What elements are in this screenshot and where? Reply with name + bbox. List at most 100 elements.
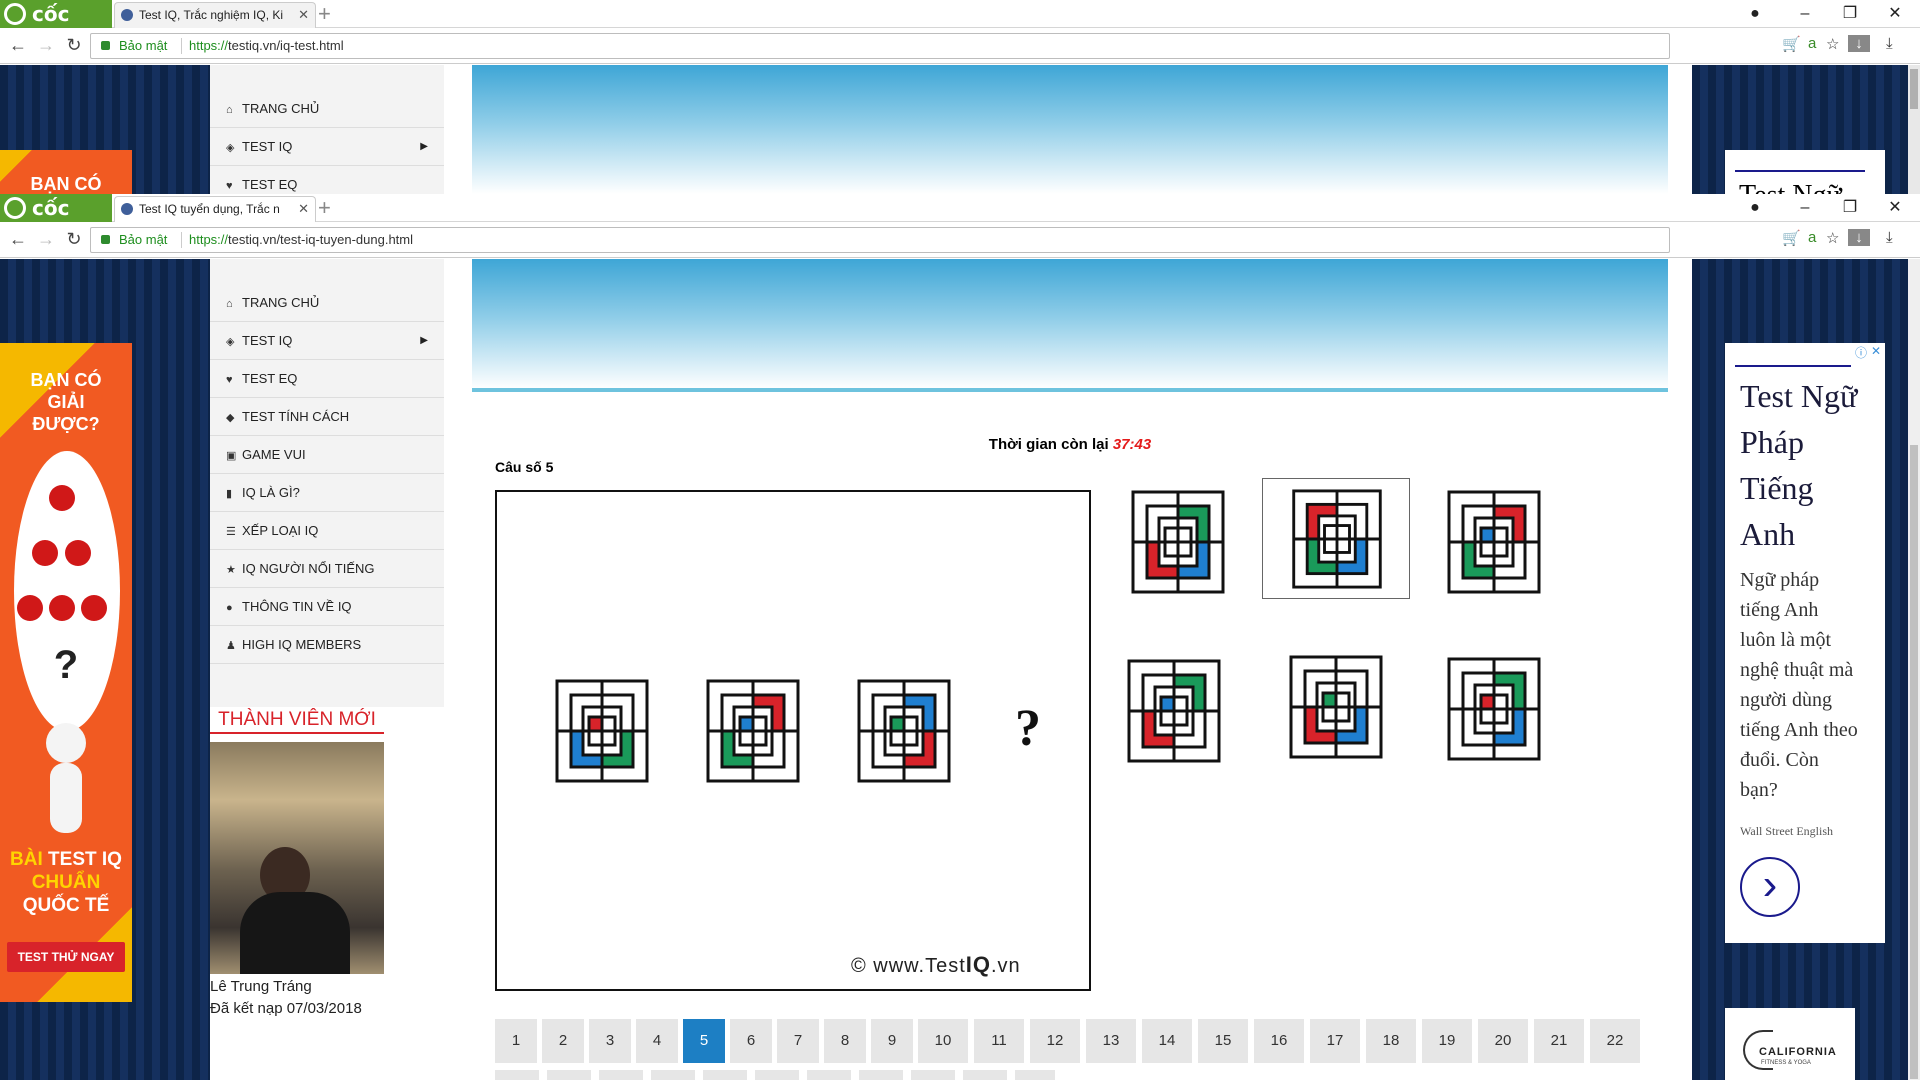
member-photo[interactable] [210, 742, 384, 974]
forward-icon[interactable]: → [34, 35, 58, 56]
page-button-7[interactable]: 7 [777, 1019, 819, 1063]
page-button-10[interactable]: 10 [918, 1019, 968, 1063]
forward-icon[interactable]: → [34, 229, 58, 250]
page-button-17[interactable]: 17 [1310, 1019, 1360, 1063]
download-button-icon[interactable]: ↓ [1848, 229, 1870, 246]
sidebar-item-test-iq[interactable]: ◈ TEST IQ ▶ [210, 322, 444, 360]
rear-left-ad[interactable]: BẠN CÓ [0, 150, 132, 194]
inner-colored-cell [1323, 693, 1336, 707]
rear-url-field[interactable]: Bảo mật https://testiq.vn/iq-test.html [90, 33, 1670, 59]
menu-label: GAME VUI [242, 447, 306, 462]
restore-icon[interactable]: ❐ [1835, 194, 1865, 222]
download-button-icon[interactable]: ↓ [1848, 35, 1870, 52]
rear-menu-test-iq[interactable]: ◈ TEST IQ ▶ [210, 128, 444, 166]
rear-url-text: https://testiq.vn/iq-test.html [189, 34, 344, 58]
adchoices-icon[interactable]: ⓘ [1855, 344, 1867, 361]
sidebar-item-thong-tin-ve-iq[interactable]: ● THÔNG TIN VỀ IQ [210, 588, 444, 626]
sidebar-item-iq-la-gi[interactable]: ▮ IQ LÀ GÌ? [210, 474, 444, 512]
restore-icon[interactable]: ❐ [1835, 0, 1865, 28]
ad-next-button[interactable]: › [1740, 857, 1800, 917]
close-ad-icon[interactable]: ✕ [1871, 344, 1881, 358]
minimize-icon[interactable]: – [1790, 0, 1820, 28]
page-button-8[interactable]: 8 [824, 1019, 866, 1063]
new-tab-icon[interactable]: + [318, 0, 331, 28]
answer-option-4[interactable] [1126, 659, 1222, 769]
rear-menu-trang-chu[interactable]: ⌂ TRANG CHỦ [210, 90, 444, 128]
rear-right-ad[interactable]: Test Ngữ [1725, 150, 1885, 194]
url-text: https://testiq.vn/test-iq-tuyen-dung.htm… [189, 228, 413, 252]
answer-option-2[interactable] [1262, 478, 1410, 599]
sidebar-item-game-vui[interactable]: ▣ GAME VUI [210, 436, 444, 474]
menu-label: TEST TÍNH CÁCH [242, 409, 350, 424]
right-english-ad[interactable]: ⓘ ✕ Test Ngữ Pháp Tiếng Anh Ngữ pháp tiế… [1725, 343, 1885, 943]
answer-option-5[interactable] [1288, 655, 1384, 765]
star-icon[interactable]: ☆ [1826, 229, 1839, 247]
answer-option-1[interactable] [1130, 490, 1226, 600]
star-icon[interactable]: ☆ [1826, 35, 1839, 53]
back-icon[interactable]: ← [6, 229, 30, 250]
page-button-11[interactable]: 11 [974, 1019, 1024, 1063]
header-banner [472, 259, 1668, 389]
page-button-4[interactable]: 4 [636, 1019, 678, 1063]
member-name[interactable]: Lê Trung Tráng [210, 978, 312, 995]
page-button-12[interactable]: 12 [1030, 1019, 1080, 1063]
reload-icon[interactable]: ↻ [62, 35, 86, 56]
answer-option-6[interactable] [1446, 657, 1542, 767]
active-tab[interactable]: Test IQ tuyển dụng, Trắc n ✕ [114, 196, 316, 222]
translate-icon[interactable]: a [1808, 35, 1816, 52]
reload-icon[interactable]: ↻ [62, 229, 86, 250]
cart-icon[interactable]: 🛒 [1782, 35, 1801, 53]
page-button-18[interactable]: 18 [1366, 1019, 1416, 1063]
sidebar-item-trang-chu[interactable]: ⌂ TRANG CHỦ [210, 284, 444, 322]
page-button-14[interactable]: 14 [1142, 1019, 1192, 1063]
rear-coccoc-logo[interactable]: cốc cốc [0, 0, 112, 54]
answer-option-3[interactable] [1446, 490, 1542, 600]
coccoc-logo[interactable]: cốc cốc [0, 194, 112, 248]
page-button-13[interactable]: 13 [1086, 1019, 1136, 1063]
page-button-22[interactable]: 22 [1590, 1019, 1640, 1063]
page-button-19[interactable]: 19 [1422, 1019, 1472, 1063]
minimize-icon[interactable]: – [1790, 194, 1820, 222]
page-button-5[interactable]: 5 [683, 1019, 725, 1063]
page-scrollbar[interactable] [1908, 259, 1920, 1080]
page-button-6[interactable]: 6 [730, 1019, 772, 1063]
account-icon[interactable]: ● [1740, 0, 1770, 28]
page-button-1[interactable]: 1 [495, 1019, 537, 1063]
page-button-21[interactable]: 21 [1534, 1019, 1584, 1063]
close-tab-icon[interactable]: ✕ [298, 197, 309, 221]
divider [181, 38, 182, 54]
translate-icon[interactable]: a [1808, 229, 1816, 246]
account-icon[interactable]: ● [1740, 194, 1770, 222]
test-now-button[interactable]: TEST THỬ NGAY [7, 942, 125, 972]
california-brand: CALIFORNIA [1759, 1046, 1837, 1058]
right-fitness-ad[interactable]: CALIFORNIA FITNESS & YOGA [1725, 1008, 1855, 1080]
sidebar-item-test-eq[interactable]: ♥ TEST EQ [210, 360, 444, 398]
page-button-2[interactable]: 2 [542, 1019, 584, 1063]
url-field[interactable]: Bảo mật https://testiq.vn/test-iq-tuyen-… [90, 227, 1670, 253]
page-button-15[interactable]: 15 [1198, 1019, 1248, 1063]
rear-tab[interactable]: Test IQ, Trắc nghiệm IQ, Ki ✕ [114, 2, 316, 28]
sidebar-item-xep-loai-iq[interactable]: ☰ XẾP LOẠI IQ [210, 512, 444, 550]
rear-scrollbar[interactable] [1908, 65, 1920, 194]
page-button-3[interactable]: 3 [589, 1019, 631, 1063]
sidebar-item-test-tinh-cach[interactable]: ◆ TEST TÍNH CÁCH [210, 398, 444, 436]
close-tab-icon[interactable]: ✕ [298, 3, 309, 27]
coccoc-icon [4, 197, 26, 219]
sidebar-item-high-iq-members[interactable]: ♟ HIGH IQ MEMBERS [210, 626, 444, 664]
cart-icon[interactable]: 🛒 [1782, 229, 1801, 247]
page-button-9[interactable]: 9 [871, 1019, 913, 1063]
apple-icon [65, 540, 91, 566]
page-button-16[interactable]: 16 [1254, 1019, 1304, 1063]
sidebar-item-iq-nguoi-noi-tieng[interactable]: ★ IQ NGƯỜI NỔI TIẾNG [210, 550, 444, 588]
downloads-icon[interactable]: ⤓ [1886, 35, 1893, 52]
new-tab-icon[interactable]: + [318, 194, 331, 222]
scrollbar-thumb[interactable] [1910, 445, 1918, 1079]
headline-line: BẠN CÓ [30, 370, 102, 390]
left-iq-ad[interactable]: BẠN CÓ GIẢI ĐƯỢC? ? BÀI TEST IQ CHUẨN QU… [0, 343, 132, 1002]
downloads-icon[interactable]: ⤓ [1886, 229, 1893, 246]
close-window-icon[interactable]: ✕ [1880, 0, 1910, 28]
back-icon[interactable]: ← [6, 35, 30, 56]
close-window-icon[interactable]: ✕ [1880, 194, 1910, 222]
page-button-20[interactable]: 20 [1478, 1019, 1528, 1063]
lock-icon [101, 41, 110, 50]
